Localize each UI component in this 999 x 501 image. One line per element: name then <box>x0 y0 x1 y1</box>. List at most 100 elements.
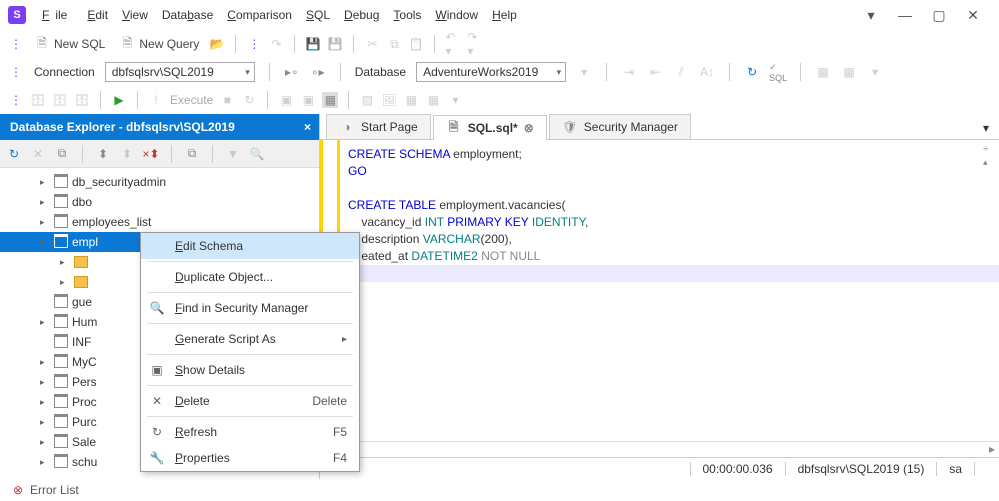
tab-sql[interactable]: 🗎SQL.sql*⊗ <box>433 115 547 140</box>
menu-comparison[interactable]: Comparison <box>221 4 298 26</box>
f3-icon[interactable]: ×⬍ <box>143 146 159 162</box>
menu-tools[interactable]: Tools <box>387 4 427 26</box>
g1-icon[interactable]: ▧ <box>359 92 375 108</box>
ctx-show-details[interactable]: ▣Show Details <box>141 357 359 383</box>
shield-icon: 🛡 <box>562 119 578 135</box>
f2-icon[interactable]: ⬍ <box>119 146 135 162</box>
menu-file[interactable]: File <box>36 4 79 26</box>
t2-icon[interactable]: ▣ <box>300 92 316 108</box>
sql-icon: 🗎 <box>34 36 50 52</box>
target-icon[interactable]: ▸∘ <box>284 64 300 80</box>
copy-icon[interactable]: ⧉ <box>386 36 402 52</box>
context-menu: Edit Schema Duplicate Object... 🔍Find in S… <box>140 232 360 472</box>
start-icon: ◑ <box>339 119 355 135</box>
menubar: File Edit View Database Comparison SQL D… <box>36 4 523 26</box>
status-user: sa <box>936 462 974 476</box>
ctx-properties[interactable]: 🔧PropertiesF4 <box>141 445 359 471</box>
refresh-icon[interactable]: ↻ <box>6 146 22 162</box>
dropdown-icon[interactable]: ▾ <box>863 7 879 24</box>
execute-button[interactable]: Execute <box>170 93 213 107</box>
comment-icon[interactable]: ⫽ <box>673 64 689 80</box>
stop-icon[interactable]: ■ <box>219 92 235 108</box>
maximize-button[interactable]: ▢ <box>931 7 947 24</box>
code-editor[interactable]: CREATE SCHEMA employment; GO CREATE TABL… <box>320 140 999 288</box>
saveall-icon[interactable]: 💾 <box>327 36 343 52</box>
f1-icon[interactable]: ⬍ <box>95 146 111 162</box>
connection-combo[interactable]: dbfsqlsrv\SQL2019 <box>105 62 255 82</box>
play-icon[interactable]: ▶ <box>111 92 127 108</box>
grid-icon[interactable]: ▦ <box>815 64 831 80</box>
paste-icon[interactable]: 📋 <box>408 36 424 52</box>
menu-window[interactable]: Window <box>429 4 484 26</box>
minimize-button[interactable]: — <box>897 7 913 24</box>
error-list-tab[interactable]: ⊗ Error List <box>0 479 79 501</box>
tree-node[interactable]: ▸db_securityadmin <box>0 172 319 192</box>
indent-icon[interactable]: ⇥ <box>621 64 637 80</box>
dd-icon[interactable]: ▾ <box>447 92 463 108</box>
filter-icon[interactable]: ▼ <box>225 146 241 162</box>
ctx-generate-script-as[interactable]: Generate Script As▸ <box>141 326 359 352</box>
g4-icon[interactable]: ▦ <box>425 92 441 108</box>
save-icon[interactable]: 💾 <box>305 36 321 52</box>
menu-edit[interactable]: Edit <box>81 4 114 26</box>
tab-dropdown-icon[interactable]: ▾ <box>973 117 999 139</box>
copy-icon[interactable]: ⧉ <box>184 146 200 162</box>
menu-icon[interactable]: ⋮ <box>8 92 24 108</box>
refresh-icon[interactable]: ↻ <box>744 64 760 80</box>
undo-icon[interactable]: ↷ <box>268 36 284 52</box>
step-icon[interactable]: ↻ <box>241 92 257 108</box>
menu-sql[interactable]: SQL <box>300 4 336 26</box>
menu-view[interactable]: View <box>116 4 154 26</box>
outdent-icon[interactable]: ⇤ <box>647 64 663 80</box>
grid2-icon[interactable]: ▦ <box>841 64 857 80</box>
db3-icon[interactable]: 🗄 <box>74 92 90 108</box>
menu-icon[interactable]: ⋮ <box>8 64 24 80</box>
ctx-refresh[interactable]: ↻RefreshF5 <box>141 419 359 445</box>
menu-debug[interactable]: Debug <box>338 4 385 26</box>
search-icon[interactable]: 🔍 <box>249 146 265 162</box>
tree-node[interactable]: ▸employees_list <box>0 212 319 232</box>
status-time: 00:00:00.036 <box>690 462 785 476</box>
scroll-right-icon[interactable]: ▸ <box>985 442 999 457</box>
db1-icon[interactable]: 🗄 <box>30 92 46 108</box>
menu-icon[interactable]: ⋮ <box>246 36 262 52</box>
db2-icon[interactable]: 🗄 <box>52 92 68 108</box>
delete-icon[interactable]: ✕ <box>30 146 46 162</box>
close-button[interactable]: ✕ <box>965 7 981 24</box>
sql-label-icon[interactable]: ✓SQL <box>770 64 786 80</box>
target2-icon[interactable]: ∘▸ <box>310 64 326 80</box>
tab-start-page[interactable]: ◑Start Page <box>326 114 431 139</box>
tab-security[interactable]: 🛡Security Manager <box>549 114 691 139</box>
new-query-button[interactable]: 🗎New Query <box>115 34 203 54</box>
connection-bar: ⋮ Connection dbfsqlsrv\SQL2019 ▸∘ ∘▸ Dat… <box>0 58 999 86</box>
dd-icon[interactable]: ▾ <box>576 64 592 80</box>
undo-icon[interactable]: ↶ ▾ <box>445 36 461 52</box>
new-sql-button[interactable]: 🗎New SQL <box>30 34 109 54</box>
redo-icon[interactable]: ↷ ▾ <box>467 36 483 52</box>
open-icon[interactable]: 📂 <box>209 36 225 52</box>
a-icon[interactable]: A↕ <box>699 64 715 80</box>
menu-icon[interactable]: ⋮ <box>8 36 24 52</box>
menu-help[interactable]: Help <box>486 4 523 26</box>
ctx-find-in-security-manager[interactable]: 🔍Find in Security Manager <box>141 295 359 321</box>
t3-icon[interactable]: ▦ <box>322 92 338 108</box>
close-tab-icon[interactable]: ⊗ <box>524 121 534 135</box>
more-icon[interactable]: ▾ <box>867 64 883 80</box>
ctx-delete[interactable]: ✕DeleteDelete <box>141 388 359 414</box>
ctx-duplicate-object-[interactable]: Duplicate Object... <box>141 264 359 290</box>
ctx-edit-schema[interactable]: Edit Schema <box>141 233 359 259</box>
database-combo[interactable]: AdventureWorks2019 <box>416 62 566 82</box>
menu-database[interactable]: Database <box>156 4 219 26</box>
cut-icon[interactable]: ✂ <box>364 36 380 52</box>
toolbar-main: ⋮ 🗎New SQL 🗎New Query 📂 ⋮ ↷ 💾 💾 ✂ ⧉ 📋 ↶ … <box>0 30 999 58</box>
scroll-split-icon[interactable]: ÷ <box>983 144 995 155</box>
t1-icon[interactable]: ▣ <box>278 92 294 108</box>
scroll-up-icon[interactable]: ▴ <box>983 157 995 168</box>
tree-node[interactable]: ▸dbo <box>0 192 319 212</box>
g2-icon[interactable]: 🖼 <box>381 92 397 108</box>
toolbar-execute: ⋮ 🗄 🗄 🗄 ▶ ! Execute ■ ↻ ▣ ▣ ▦ ▧ 🖼 ▦ ▦ ▾ <box>0 86 999 114</box>
exclaim-icon: ! <box>148 92 164 108</box>
g3-icon[interactable]: ▦ <box>403 92 419 108</box>
window-icon[interactable]: ⧉ <box>54 146 70 162</box>
close-panel-icon[interactable]: × <box>304 120 311 134</box>
